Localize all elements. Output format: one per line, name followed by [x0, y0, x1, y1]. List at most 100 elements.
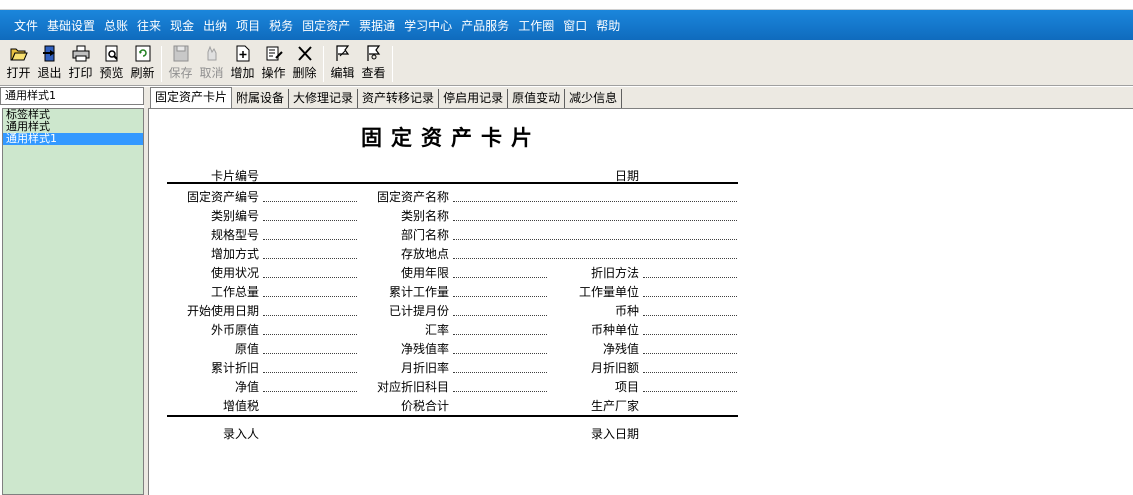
use-status-field[interactable]	[263, 277, 357, 278]
menu-tax[interactable]: 税务	[269, 17, 293, 34]
open-button[interactable]: 打开	[3, 45, 34, 81]
asset-card: 固定资产卡片 卡片编号 日期 固定资产编号 固定资产名称 类别编号 类别名称 规…	[148, 109, 1133, 495]
salvage-rate-label: 净残值率	[400, 342, 449, 356]
month-dep-label: 月折旧额	[590, 361, 639, 375]
toolbar-separator	[392, 46, 393, 82]
dep-months-field[interactable]	[453, 315, 547, 316]
month-rate-label: 月折旧率	[400, 361, 449, 375]
project-label: 项目	[614, 380, 639, 394]
project-field[interactable]	[643, 391, 737, 392]
menu-file[interactable]: 文件	[14, 17, 38, 34]
edit-list-icon	[266, 46, 283, 61]
acc-work-field[interactable]	[453, 296, 547, 297]
add-document-icon	[236, 45, 249, 62]
menu-receivables[interactable]: 往来	[137, 17, 161, 34]
divider-top	[167, 182, 738, 184]
delete-button[interactable]: 删除	[289, 45, 320, 81]
save-button[interactable]: 保存	[165, 45, 196, 81]
delete-x-icon	[297, 46, 312, 61]
undo-hand-icon	[207, 45, 216, 61]
menu-bar: 文件 基础设置 总账 往来 现金 出纳 项目 税务 固定资产 票据通 学习中心 …	[0, 10, 1133, 40]
divider-bottom	[167, 415, 738, 417]
menu-project[interactable]: 项目	[236, 17, 260, 34]
dep-account-field[interactable]	[453, 391, 547, 392]
style-selector[interactable]: 通用样式1	[0, 87, 144, 105]
use-years-field[interactable]	[453, 277, 547, 278]
tab-suspend-resume[interactable]: 停启用记录	[439, 89, 509, 108]
exit-button[interactable]: 退出	[34, 45, 65, 81]
save-disk-icon	[173, 45, 188, 62]
menu-work-circle[interactable]: 工作圈	[518, 17, 554, 34]
menu-general-ledger[interactable]: 总账	[104, 17, 128, 34]
asset-name-label: 固定资产名称	[376, 190, 449, 204]
acc-dep-field[interactable]	[263, 372, 357, 373]
card-title: 固定资产卡片	[361, 125, 541, 150]
tab-reduction-info[interactable]: 减少信息	[565, 89, 623, 108]
rate-field[interactable]	[453, 334, 547, 335]
location-field[interactable]	[453, 258, 737, 259]
salvage-field[interactable]	[643, 353, 737, 354]
category-code-field[interactable]	[263, 220, 357, 221]
currency-unit-field[interactable]	[643, 334, 737, 335]
asset-name-field[interactable]	[453, 201, 737, 202]
cancel-button[interactable]: 取消	[196, 45, 227, 81]
fc-value-field[interactable]	[263, 334, 357, 335]
orig-value-label: 原值	[234, 342, 259, 356]
net-value-field[interactable]	[263, 391, 357, 392]
menu-basic-settings[interactable]: 基础设置	[47, 17, 95, 34]
menu-cash[interactable]: 现金	[170, 17, 194, 34]
tab-bar: 固定资产卡片 附属设备 大修理记录 资产转移记录 停启用记录 原值变动 减少信息	[148, 87, 1133, 109]
tab-asset-card[interactable]: 固定资产卡片	[150, 87, 233, 108]
operate-button[interactable]: 操作	[258, 45, 289, 81]
menu-bills[interactable]: 票据通	[359, 17, 395, 34]
add-method-field[interactable]	[263, 258, 357, 259]
entered-by-label: 录入人	[222, 427, 259, 441]
net-value-label: 净值	[234, 380, 259, 394]
edit-button[interactable]: 编辑	[327, 45, 358, 81]
title-bar	[0, 0, 1133, 10]
tab-value-change[interactable]: 原值变动	[508, 89, 566, 108]
category-code-label: 类别编号	[210, 209, 259, 223]
work-unit-field[interactable]	[643, 296, 737, 297]
total-tax-label: 价税合计	[400, 399, 449, 413]
dep-account-label: 对应折旧科目	[376, 380, 449, 394]
currency-label: 币种	[614, 304, 639, 318]
menu-product-service[interactable]: 产品服务	[461, 17, 509, 34]
add-method-label: 增加方式	[210, 247, 259, 261]
dep-method-field[interactable]	[643, 277, 737, 278]
add-button[interactable]: 增加	[227, 45, 258, 81]
start-date-label: 开始使用日期	[186, 304, 259, 318]
use-status-label: 使用状况	[210, 266, 259, 280]
vat-label: 增值税	[222, 399, 259, 413]
month-rate-field[interactable]	[453, 372, 547, 373]
tab-major-repair[interactable]: 大修理记录	[289, 89, 359, 108]
dept-label: 部门名称	[400, 228, 449, 242]
list-item-selected[interactable]: 通用样式1	[3, 133, 143, 145]
start-date-field[interactable]	[263, 315, 357, 316]
preview-button[interactable]: 预览	[96, 45, 127, 81]
menu-learning-center[interactable]: 学习中心	[404, 17, 452, 34]
salvage-rate-field[interactable]	[453, 353, 547, 354]
asset-code-field[interactable]	[263, 201, 357, 202]
menu-help[interactable]: 帮助	[596, 17, 620, 34]
month-dep-field[interactable]	[643, 372, 737, 373]
currency-unit-label: 币种单位	[590, 323, 639, 337]
spec-field[interactable]	[263, 239, 357, 240]
manufacturer-label: 生产厂家	[590, 399, 639, 413]
tab-asset-transfer[interactable]: 资产转移记录	[358, 89, 440, 108]
tab-attached-equipment[interactable]: 附属设备	[232, 89, 290, 108]
printer-icon	[72, 45, 89, 62]
total-work-label: 工作总量	[210, 285, 259, 299]
print-button[interactable]: 打印	[65, 45, 96, 81]
view-button[interactable]: 查看	[358, 45, 389, 81]
menu-cashier[interactable]: 出纳	[203, 17, 227, 34]
category-name-field[interactable]	[453, 220, 737, 221]
menu-window[interactable]: 窗口	[563, 17, 587, 34]
dept-field[interactable]	[453, 239, 737, 240]
currency-field[interactable]	[643, 315, 737, 316]
total-work-field[interactable]	[263, 296, 357, 297]
orig-value-field[interactable]	[263, 353, 357, 354]
menu-fixed-assets[interactable]: 固定资产	[302, 17, 350, 34]
refresh-button[interactable]: 刷新	[127, 45, 158, 81]
work-unit-label: 工作量单位	[578, 285, 639, 299]
